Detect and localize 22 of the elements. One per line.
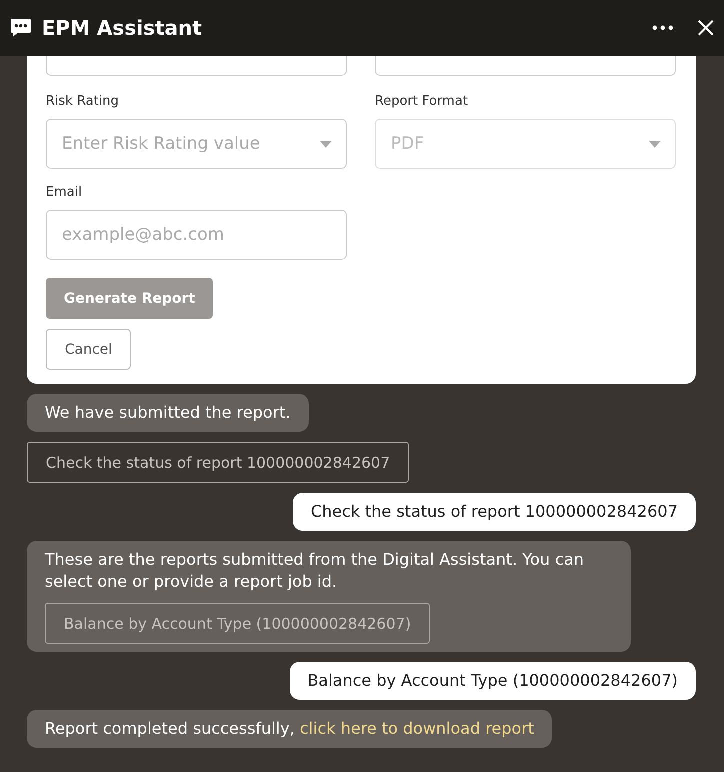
input-field[interactable] — [375, 56, 676, 76]
input-field[interactable] — [46, 56, 347, 76]
suggestion-button[interactable]: Check the status of report 100000002842607 — [27, 442, 410, 483]
user-message: Check the status of report 100000002842607 — [292, 493, 696, 531]
input-field[interactable]: example@abc.com — [46, 210, 347, 260]
download-link[interactable]: click here to download report — [300, 719, 534, 738]
user-message: Balance by Account Type (100000002842607) — [290, 662, 696, 700]
close-icon[interactable] — [698, 20, 714, 36]
dropdown-field[interactable]: Enter Risk Rating value — [46, 119, 347, 169]
field-label: Email — [46, 185, 82, 200]
chat-icon — [10, 18, 32, 38]
caret-icon — [320, 140, 332, 148]
report-option-button[interactable]: Balance by Account Type (100000002842607) — [45, 603, 430, 644]
cancel-button[interactable]: Cancel — [46, 329, 132, 370]
field-label: Report Format — [375, 94, 468, 109]
message-text: We have submitted the report. — [45, 402, 291, 424]
window-title: EPM Assistant — [42, 16, 204, 40]
message-text: Report completed successfully, click here to download report — [45, 718, 534, 740]
message-text: These are the reports submitted from the Digital Assistant. You can select one or provide a report job id. — [45, 549, 586, 593]
field-label: Risk Rating — [46, 94, 119, 109]
caret-icon — [649, 140, 661, 148]
more-icon[interactable] — [652, 25, 674, 31]
